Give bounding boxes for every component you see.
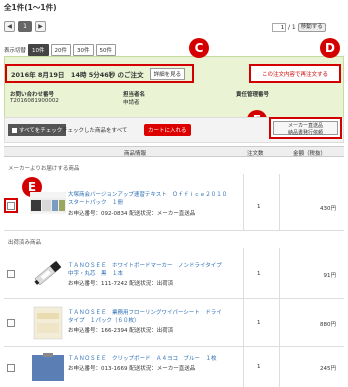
current-page: 1 [18, 21, 32, 32]
product-image[interactable] [30, 351, 66, 383]
amount: 880円 [320, 322, 336, 328]
order-number: お申込番号：166-2394 配送状況：出荷済 [68, 328, 174, 334]
checked-note: チェックした商品をすべて [62, 128, 128, 134]
marker-icon [34, 260, 62, 285]
quantity: 1 [257, 204, 261, 210]
row-divider [279, 174, 280, 231]
col-qty: 注文数 [247, 151, 264, 157]
product-name-link[interactable]: ＴＡＮＯＳＥＥ ホワイトボードマーカー ノンドライタイプ 中字・丸芯 黒 １本 [68, 262, 222, 278]
reorder-label: この注文内容で再注文する [261, 71, 328, 78]
product-name-line2: タイプ １パック（６０枚） [68, 318, 140, 324]
detail-button[interactable]: 詳細を見る [149, 67, 186, 80]
manager-info: 責任管理番号 [236, 90, 269, 98]
table-row: ＴＡＮＯＳＥＥ クリップボード Ａ４ヨコ ブルー １枚 お申込番号：013-16… [4, 347, 344, 387]
product-name-line1: ＴＡＮＯＳＥＥ クリップボード Ａ４ヨコ ブルー １枚 [68, 356, 217, 362]
quantity: 1 [257, 271, 261, 277]
product-image[interactable] [30, 304, 66, 342]
table-row: 大塚商会バージョンアップ速習テキスト Ｏｆｆｉｃｅ２０１０ スタートパック １冊… [4, 174, 344, 231]
per-page-30[interactable]: 30件 [73, 44, 94, 56]
per-page-selector: 表示切替 10件 20件 30件 50件 [4, 44, 117, 56]
row-divider [243, 248, 244, 299]
table-header: 商品情報 注文数 金額（税抜） [4, 146, 344, 157]
result-count: 全1件(1〜1件) [4, 3, 57, 12]
add-to-cart-button[interactable]: カートに入れる [144, 124, 191, 136]
amount: 430円 [320, 206, 336, 212]
order-date: 2016年 8月19日 14時 5分46秒 のご注文 [11, 70, 144, 79]
go-page-button[interactable]: 移動する [297, 23, 326, 32]
item-checkbox[interactable] [7, 364, 15, 372]
quantity: 1 [257, 364, 261, 370]
book-set-icon [30, 198, 66, 212]
order-info: お問い合わせ番号 T2016081900002 担当者名 申請者 責任管理番号 [10, 90, 342, 114]
product-image[interactable] [30, 192, 66, 214]
product-name-link[interactable]: ＴＡＮＯＳＥＥ クリップボード Ａ４ヨコ ブルー １枚 [68, 355, 217, 363]
col-amount: 金額（税抜） [293, 151, 327, 157]
clipboard-icon [32, 353, 64, 381]
bulk-request-highlight: メーカー直送品 納品書発行依頼 [269, 117, 342, 139]
row-divider [243, 174, 244, 231]
product-name-line1: ＴＡＮＯＳＥＥ 業務用フローリングワイパーシート ドライ [68, 310, 222, 316]
order-number: お申込番号：013-1669 配送状況：メーカー直送品 [68, 366, 196, 372]
wiper-sheet-icon [33, 306, 63, 340]
callout-d: D [320, 38, 340, 58]
per-page-label: 表示切替 [4, 48, 27, 54]
col-product: 商品情報 [124, 151, 147, 157]
section-shipped: 出荷済み商品 [8, 240, 42, 246]
order-header: 2016年 8月19日 14時 5分46秒 のご注文 詳細を見る [5, 64, 194, 83]
row-divider [243, 299, 244, 347]
manager-label: 責任管理番号 [236, 92, 270, 98]
person-value: 申請者 [123, 100, 140, 106]
per-page-20[interactable]: 20件 [50, 44, 72, 56]
next-page-button[interactable]: ▶ [35, 21, 46, 32]
row-divider [279, 248, 280, 299]
product-name-link[interactable]: 大塚商会バージョンアップ速習テキスト Ｏｆｆｉｃｅ２０１０ スタートパック １冊 [68, 191, 227, 207]
row-divider [243, 347, 244, 387]
product-image[interactable] [30, 254, 66, 292]
check-all-button[interactable]: すべてをチェック [8, 124, 67, 136]
item-checkbox[interactable] [7, 270, 15, 278]
row-divider [279, 299, 280, 347]
amount: 91円 [323, 273, 337, 279]
page-total: / 1 [288, 24, 296, 31]
pager-left: ◀ 1 ▶ [4, 21, 46, 32]
reorder-button[interactable]: この注文内容で再注文する [249, 64, 341, 83]
inquiry-value: T2016081900002 [10, 98, 59, 104]
person-label: 担当者名 [123, 92, 146, 98]
callout-c: C [189, 38, 209, 58]
pager-jump: / 1 移動する [272, 23, 326, 32]
product-name-line1: ＴＡＮＯＳＥＥ ホワイトボードマーカー ノンドライタイプ [68, 263, 222, 269]
per-page-10[interactable]: 10件 [28, 44, 49, 56]
inquiry-info: お問い合わせ番号 T2016081900002 [10, 90, 59, 104]
bulk-line2: 納品書発行依頼 [287, 130, 323, 136]
inquiry-label: お問い合わせ番号 [10, 92, 55, 98]
delivery-note-request-button[interactable]: メーカー直送品 納品書発行依頼 [273, 121, 338, 136]
table-row: ＴＡＮＯＳＥＥ ホワイトボードマーカー ノンドライタイプ 中字・丸芯 黒 １本 … [4, 248, 344, 299]
product-name-line2: スタートパック １冊 [68, 200, 124, 206]
prev-page-button[interactable]: ◀ [4, 21, 15, 32]
per-page-50[interactable]: 50件 [95, 44, 117, 56]
order-number: お申込番号：092-0834 配送状況：メーカー直送品 [68, 211, 196, 217]
product-name-line2: 中字・丸芯 黒 １本 [68, 271, 124, 277]
checkbox-icon [12, 127, 17, 133]
section-maker: メーカーよりお届けする商品 [8, 166, 80, 172]
table-row: ＴＡＮＯＳＥＥ 業務用フローリングワイパーシート ドライ タイプ １パック（６０… [4, 299, 344, 347]
page-input[interactable] [272, 23, 286, 32]
person-info: 担当者名 申請者 [123, 90, 145, 106]
bulk-line1: メーカー直送品 [287, 123, 323, 129]
quantity: 1 [257, 320, 261, 326]
check-all-label: すべてをチェック [19, 128, 63, 134]
order-number: お申込番号：111-7242 配送状況：出荷済 [68, 281, 174, 287]
row-divider [279, 347, 280, 387]
amount: 245円 [320, 366, 336, 372]
item-checkbox[interactable] [7, 319, 15, 327]
product-name-line1: 大塚商会バージョンアップ速習テキスト Ｏｆｆｉｃｅ２０１０ [68, 192, 228, 198]
checkbox-highlight [4, 198, 18, 213]
product-name-link[interactable]: ＴＡＮＯＳＥＥ 業務用フローリングワイパーシート ドライ タイプ １パック（６０… [68, 309, 222, 325]
